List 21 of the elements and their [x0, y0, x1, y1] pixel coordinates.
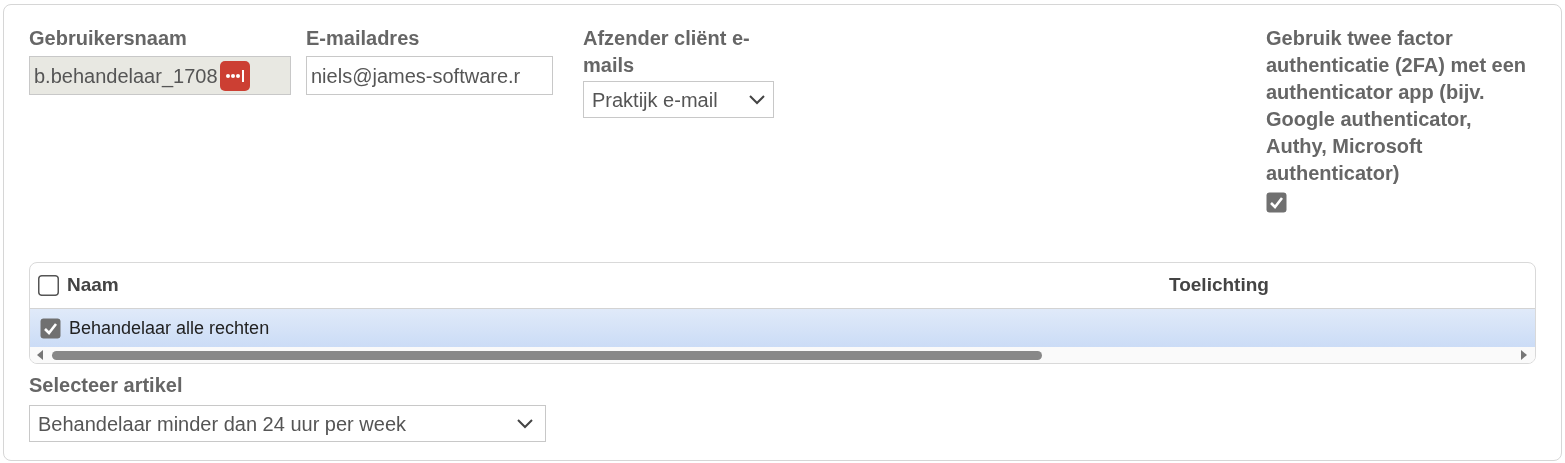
table-cell: Behandelaar alle rechten: [69, 317, 270, 338]
field-label: Gebruikersnaam: [29, 26, 188, 51]
scroll-left-icon[interactable]: [36, 350, 44, 360]
caret-icon: [749, 94, 765, 105]
scrollbar-thumb[interactable]: [52, 350, 1042, 360]
column-header[interactable]: Naam: [67, 271, 1169, 300]
field-label: Afzender cliënt e-mails: [583, 26, 751, 78]
caret-icon: [517, 418, 533, 429]
column-header[interactable]: Toelichting: [1169, 271, 1535, 300]
email-field[interactable]: niels@james-software.r: [306, 56, 553, 95]
checkbox[interactable]: [38, 275, 59, 296]
field-label: E-mailadres: [306, 26, 421, 51]
scroll-right-icon[interactable]: [1520, 350, 1528, 360]
field-label: Selecteer artikel: [29, 373, 184, 398]
checkbox[interactable]: [1266, 192, 1287, 214]
dropdown[interactable]: Behandelaar minder dan 24 uur per week: [29, 405, 546, 442]
dropdown[interactable]: Praktijk e-mail: [583, 81, 774, 118]
username-field: b.behandelaar_1708: [29, 56, 291, 95]
checkbox-label: Gebruik twee factor authenticatie (2FA) met een authenticator app (bijv. Google authenticator, Authy, Microsoft authenticator): [1266, 26, 1528, 186]
checkbox[interactable]: [40, 317, 61, 339]
table-row[interactable]: Behandelaar alle rechten: [30, 309, 1535, 347]
